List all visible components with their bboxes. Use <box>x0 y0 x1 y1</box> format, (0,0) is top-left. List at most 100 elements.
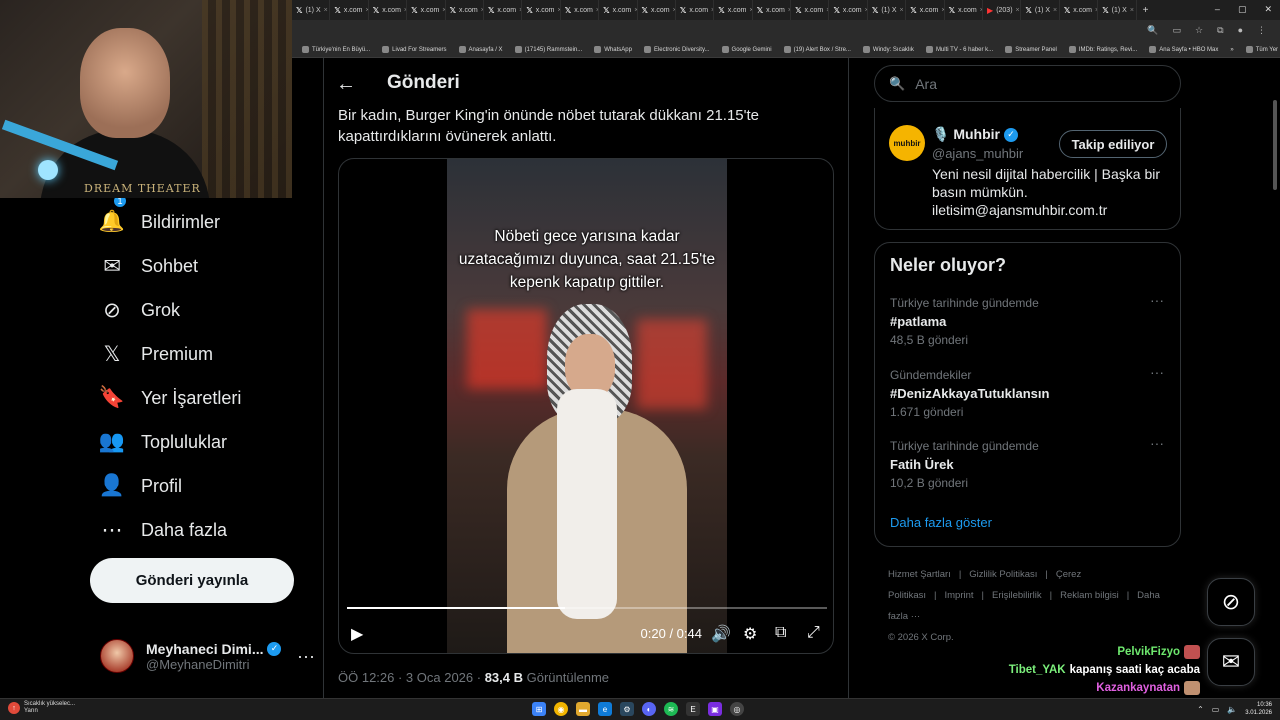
search-input[interactable] <box>915 75 1156 92</box>
edge-icon[interactable]: e <box>598 702 612 716</box>
clock[interactable]: 10:36 3.01.2026 <box>1245 701 1272 717</box>
tweet-timestamp[interactable]: ÖÖ 12:26 · 3 Oca 2026 · <box>338 670 485 685</box>
nav-item-profil[interactable]: 👤 Profil <box>90 464 322 508</box>
bookmark-item[interactable]: Türkiye'nin En Büyü... <box>302 46 370 53</box>
bookmark-item[interactable]: Windy: Sıcaklık <box>862 46 914 53</box>
video-player[interactable]: Nöbeti gece yarısına kadar uzatacağımızı… <box>338 158 834 654</box>
account-switcher[interactable]: Meyhaneci Dimi... ✓ @MeyhaneDimitri ··· <box>100 636 315 676</box>
nav-item-daha-fazla[interactable]: ⋯ Daha fazla <box>90 508 322 552</box>
chevron-up-icon[interactable]: ⌃ <box>1197 705 1204 714</box>
volume-icon[interactable]: 🔊 <box>711 624 731 644</box>
speaker-icon[interactable]: 🔈 <box>1227 705 1237 714</box>
scrollbar-thumb[interactable] <box>1273 100 1277 190</box>
bookmark-item[interactable]: » <box>1230 47 1233 53</box>
browser-tab[interactable]: 𝕏x.com× <box>561 0 600 20</box>
browser-tab[interactable]: 𝕏 (1) X × <box>868 0 907 20</box>
browser-tab[interactable]: 𝕏x.com× <box>791 0 830 20</box>
bookmark-item[interactable]: Livad For Streamers <box>382 46 447 53</box>
nav-item-bildirimler[interactable]: 🔔 Bildirimler 1 <box>90 194 322 244</box>
network-icon[interactable]: ▭ <box>1212 705 1220 714</box>
browser-tab[interactable]: 𝕏x.com× <box>484 0 523 20</box>
epic-icon[interactable]: E <box>686 702 700 716</box>
browser-tab[interactable]: 𝕏x.com× <box>714 0 753 20</box>
browser-tab[interactable]: 𝕏x.com× <box>829 0 868 20</box>
profile-handle[interactable]: @ajans_muhbir <box>932 146 1023 161</box>
browser-tab[interactable]: 𝕏 (1) X × <box>292 0 331 20</box>
fullscreen-icon[interactable]: ⤢ <box>807 624 820 642</box>
following-button[interactable]: Takip ediliyor <box>1059 130 1167 158</box>
footer-link[interactable]: Gizlilik Politikası <box>969 569 1037 580</box>
folder-icon[interactable]: ▬ <box>576 702 590 716</box>
back-arrow-icon[interactable]: ← <box>336 73 356 96</box>
close-icon[interactable]: × <box>1130 7 1134 14</box>
page-scrollbar[interactable] <box>1272 60 1278 700</box>
bookmark-item[interactable]: Ana Sayfa • HBO Max <box>1149 46 1218 53</box>
nav-item-premium[interactable]: 𝕏 Premium <box>90 332 322 376</box>
browser-tab[interactable]: 𝕏x.com× <box>522 0 561 20</box>
browser-tab[interactable]: 𝕏x.com× <box>906 0 945 20</box>
bookmark-item[interactable]: WhatsApp <box>594 46 632 53</box>
settings-gear-icon[interactable]: ⚙ <box>743 624 757 644</box>
close-window-icon[interactable]: ✕ <box>1264 4 1272 15</box>
video-progress-bar[interactable] <box>347 607 827 609</box>
more-dots-icon[interactable]: ··· <box>1150 364 1164 380</box>
cast-icon[interactable]: ▭ <box>1173 25 1182 36</box>
nav-item-grok[interactable]: ⊘ Grok <box>90 288 322 332</box>
minimize-icon[interactable]: – <box>1215 4 1220 15</box>
star-icon[interactable]: ☆ <box>1195 25 1203 36</box>
footer-link[interactable]: Erişilebilirlik <box>992 590 1042 601</box>
bookmark-item[interactable]: Anasayfa / X <box>458 46 503 53</box>
bookmark-item[interactable]: Electronic Diversity... <box>643 46 710 53</box>
nav-item-sohbet[interactable]: ✉ Sohbet <box>90 244 322 288</box>
browser-tab[interactable]: ▶ (203) × <box>983 0 1022 20</box>
browser-tab[interactable]: 𝕏x.com× <box>676 0 715 20</box>
close-icon[interactable]: × <box>324 7 328 14</box>
footer-link[interactable]: Imprint <box>944 590 973 601</box>
browser-tab[interactable]: 𝕏x.com× <box>369 0 408 20</box>
weather-widget[interactable]: ↑ Sıcaklık yükselec... Yarın <box>8 701 75 715</box>
post-button[interactable]: Gönderi yayınla <box>90 558 294 603</box>
new-tab-icon[interactable]: + <box>1143 5 1149 16</box>
footer-link[interactable]: Reklam bilgisi <box>1060 590 1119 601</box>
twitch-icon[interactable]: ▣ <box>708 702 722 716</box>
play-icon[interactable]: ▶ <box>351 624 363 644</box>
show-more-link[interactable]: Daha fazla göster <box>890 515 992 530</box>
obs-icon[interactable]: ◎ <box>730 702 744 716</box>
bookmark-item[interactable]: (19) Alert Box / Stre... <box>783 46 851 53</box>
close-icon[interactable]: × <box>1053 7 1057 14</box>
start-icon[interactable]: ⊞ <box>532 702 546 716</box>
menu-icon[interactable]: ⋮ <box>1257 25 1266 36</box>
zoom-icon[interactable]: 🔍 <box>1147 25 1158 36</box>
browser-tab[interactable]: 𝕏x.com× <box>753 0 792 20</box>
nav-item-yer-i-şaretleri[interactable]: 🔖 Yer İşaretleri <box>90 376 322 420</box>
browser-tab[interactable]: 𝕏 (1) X × <box>1098 0 1137 20</box>
browser-tab[interactable]: 𝕏x.com× <box>330 0 369 20</box>
nav-item-topluluklar[interactable]: 👥 Topluluklar <box>90 420 322 464</box>
bookmark-item[interactable]: Google Gemini <box>721 46 772 53</box>
trend-item[interactable]: Türkiye tarihinde gündemde Fatih Ürek 10,2… <box>890 435 1170 490</box>
browser-tab[interactable]: 𝕏 (1) X × <box>1021 0 1060 20</box>
search-box[interactable]: 🔍 <box>874 65 1181 102</box>
maximize-icon[interactable]: ▢ <box>1238 4 1247 15</box>
steam-icon[interactable]: ⚙ <box>620 702 634 716</box>
browser-tab[interactable]: 𝕏x.com× <box>407 0 446 20</box>
more-dots-icon[interactable]: ··· <box>1150 435 1164 451</box>
profile-avatar[interactable]: muhbir <box>889 125 925 161</box>
browser-tab[interactable]: 𝕏x.com× <box>945 0 984 20</box>
bookmark-item[interactable]: Multi TV - 6 haber k... <box>925 46 993 53</box>
spotify-icon[interactable]: ≋ <box>664 702 678 716</box>
profile-icon[interactable]: ● <box>1238 25 1243 36</box>
more-dots-icon[interactable]: ··· <box>1150 292 1164 308</box>
grok-floating-button[interactable]: ⊘ <box>1207 578 1255 626</box>
messages-floating-button[interactable]: ✉ <box>1207 638 1255 686</box>
bookmark-item[interactable]: Tüm Yer İşaretleri <box>1245 46 1280 53</box>
picture-in-picture-icon[interactable]: ⧉ <box>775 624 786 642</box>
bookmark-item[interactable]: Streamer Panel <box>1005 46 1057 53</box>
discord-icon[interactable]: ◐ <box>642 702 656 716</box>
extensions-icon[interactable]: ⧉ <box>1217 25 1223 36</box>
close-icon[interactable]: × <box>1016 7 1020 14</box>
profile-name-row[interactable]: 🎙️ Muhbir ✓ <box>932 126 1018 143</box>
browser-tab[interactable]: 𝕏x.com× <box>1060 0 1099 20</box>
chrome-icon[interactable]: ◉ <box>554 702 568 716</box>
close-icon[interactable]: × <box>899 7 903 14</box>
